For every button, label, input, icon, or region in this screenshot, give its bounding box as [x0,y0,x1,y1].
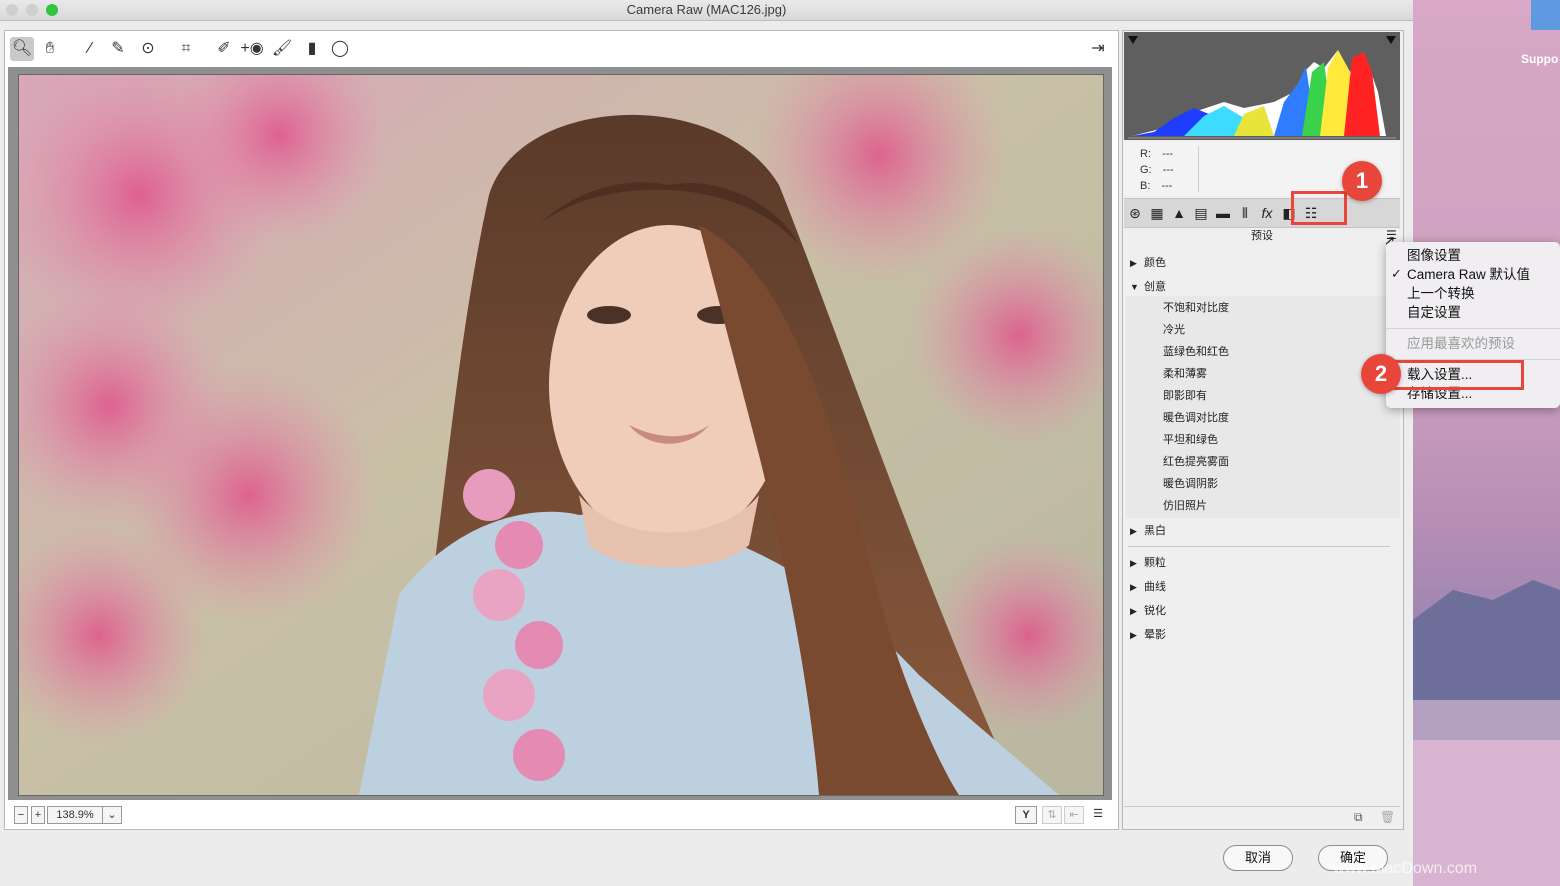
before-after-view-button[interactable]: Y [1015,806,1037,824]
preset-item[interactable]: 蓝绿色和红色 [1163,342,1229,362]
annotation-highlight-load-settings [1390,360,1524,390]
preset-panel-header: 预设 [1251,230,1273,242]
zoom-out-button[interactable]: − [14,806,28,824]
preset-item[interactable]: 冷光 [1163,320,1185,340]
tab-split-toning-icon[interactable]: ▬ [1214,204,1232,222]
zoom-in-button[interactable]: + [31,806,45,824]
watermark: www.MacDown.com [1333,860,1478,877]
trash-icon[interactable]: 🗑︎ [1380,810,1395,824]
preset-group-color[interactable]: ▶ 颜色 [1130,254,1166,272]
r-readout: R: --- [1140,148,1174,160]
histogram-graph [1128,36,1396,139]
tab-basic-icon[interactable]: ⊛ [1126,204,1144,222]
preset-item[interactable]: 仿旧照片 [1163,496,1207,516]
panel-tabs: ⊛ ▦ ▲ ▤ ▬ ⫴ fx ◧ ☷ [1124,198,1400,228]
menu-item-camera-raw-defaults[interactable]: Camera Raw 默认值 [1407,266,1530,284]
expand-triangle-icon: ▶ [1130,258,1137,268]
tab-hsl-icon[interactable]: ▤ [1192,204,1210,222]
color-sampler-tool-icon[interactable]: ✎ [106,37,130,61]
radial-filter-tool-icon[interactable]: ◯ [328,37,352,61]
targeted-adjustment-tool-icon[interactable]: ⊙ [136,37,160,61]
graduated-filter-tool-icon[interactable]: ▮ [300,37,324,61]
copy-settings-icon[interactable]: ⇤ [1064,806,1084,824]
menu-item-image-settings[interactable]: 图像设置 [1407,247,1461,265]
preset-item[interactable]: 不饱和对比度 [1163,298,1229,318]
annotation-step-badge: 2 [1361,354,1401,394]
preset-group-vignette[interactable]: ▶ 晕影 [1130,626,1166,644]
desktop-folder-icon[interactable] [1531,0,1560,30]
preset-item[interactable]: 柔和薄雾 [1163,364,1207,384]
zoom-dropdown-chevron-icon[interactable]: ⌄ [102,806,122,824]
tab-tone-curve-icon[interactable]: ▦ [1148,204,1166,222]
preset-item[interactable]: 红色提亮雾面 [1163,452,1229,472]
tab-detail-icon[interactable]: ▲ [1170,204,1188,222]
white-balance-tool-icon[interactable]: ⁄ [78,37,102,61]
annotation-step-badge: 1 [1342,161,1382,201]
preset-group-creative[interactable]: ▼ 创意 [1130,278,1166,296]
crop-tool-icon[interactable]: ⌗ [174,37,198,61]
hand-tool-icon[interactable]: ✋︎ [38,37,62,61]
camera-raw-window: Camera Raw (MAC126.jpg) 🔍︎ ✋︎ ⁄ ✎ ⊙ ⌗ ✐ … [0,0,1413,886]
preset-item[interactable]: 平坦和绿色 [1163,430,1218,450]
adjustment-brush-tool-icon[interactable]: 🖌︎ [270,37,294,61]
panel-footer-divider [1124,806,1400,807]
collapse-triangle-icon: ▼ [1130,282,1139,292]
desktop-icon-label: Suppo [1521,52,1559,66]
portrait-photo-image [19,75,1103,795]
annotation-highlight-presets-tab [1291,191,1347,225]
preset-group-bw[interactable]: ▶ 黑白 [1130,522,1166,540]
tool-bar: 🔍︎ ✋︎ ⁄ ✎ ⊙ ⌗ ✐ +◉ 🖌︎ ▮ ◯ ⇥ [8,34,1113,64]
expand-triangle-icon: ▶ [1130,606,1137,616]
desktop-background: Suppo www.MacDown.com [1333,0,1560,886]
menu-item-previous-conversion[interactable]: 上一个转换 [1407,285,1475,303]
new-preset-icon[interactable]: ⧉ [1354,810,1363,825]
zoom-tool-icon[interactable]: 🔍︎ [10,37,34,61]
export-icon[interactable]: ⇥ [1086,37,1110,61]
window-title: Camera Raw (MAC126.jpg) [626,2,787,17]
menu-item-custom-settings[interactable]: 自定设置 [1407,304,1461,322]
preset-group-grain[interactable]: ▶ 颗粒 [1130,554,1166,572]
preview-photo [18,74,1104,796]
g-readout: G: --- [1140,164,1174,176]
preset-item[interactable]: 暖色调阴影 [1163,474,1218,494]
spot-removal-tool-icon[interactable]: ✐ [212,37,236,61]
title-bar: Camera Raw (MAC126.jpg) [0,0,1413,21]
tab-effects-icon[interactable]: fx [1258,204,1276,222]
menu-item-apply-favorite-preset: 应用最喜欢的预设 [1407,336,1515,351]
expand-triangle-icon: ▶ [1130,526,1137,536]
preset-group-sharpen[interactable]: ▶ 锐化 [1130,602,1166,620]
zoom-level-field[interactable]: 138.9% [47,806,103,824]
preview-preferences-icon[interactable]: ☰ [1089,806,1107,822]
swap-settings-icon[interactable]: ⇅ [1042,806,1062,824]
status-bar: − + 138.9% ⌄ Y ⇅ ⇤ ☰ [8,804,1113,826]
expand-triangle-icon: ▶ [1130,630,1137,640]
menu-separator [1386,328,1560,329]
tab-lens-corrections-icon[interactable]: ⫴ [1236,204,1254,222]
cancel-button[interactable]: 取消 [1223,845,1293,871]
histogram [1124,32,1400,140]
check-mark-icon: ✓ [1391,266,1402,281]
preset-item[interactable]: 暖色调对比度 [1163,408,1229,428]
red-eye-tool-icon[interactable]: +◉ [240,37,264,61]
divider [1128,546,1390,547]
preset-item[interactable]: 即影即有 [1163,386,1207,406]
expand-triangle-icon: ▶ [1130,558,1137,568]
readout-divider [1198,146,1199,192]
preset-group-curve[interactable]: ▶ 曲线 [1130,578,1166,596]
expand-triangle-icon: ▶ [1130,582,1137,592]
mountain-lake-wallpaper [1413,580,1560,886]
b-readout: B: --- [1140,180,1173,192]
